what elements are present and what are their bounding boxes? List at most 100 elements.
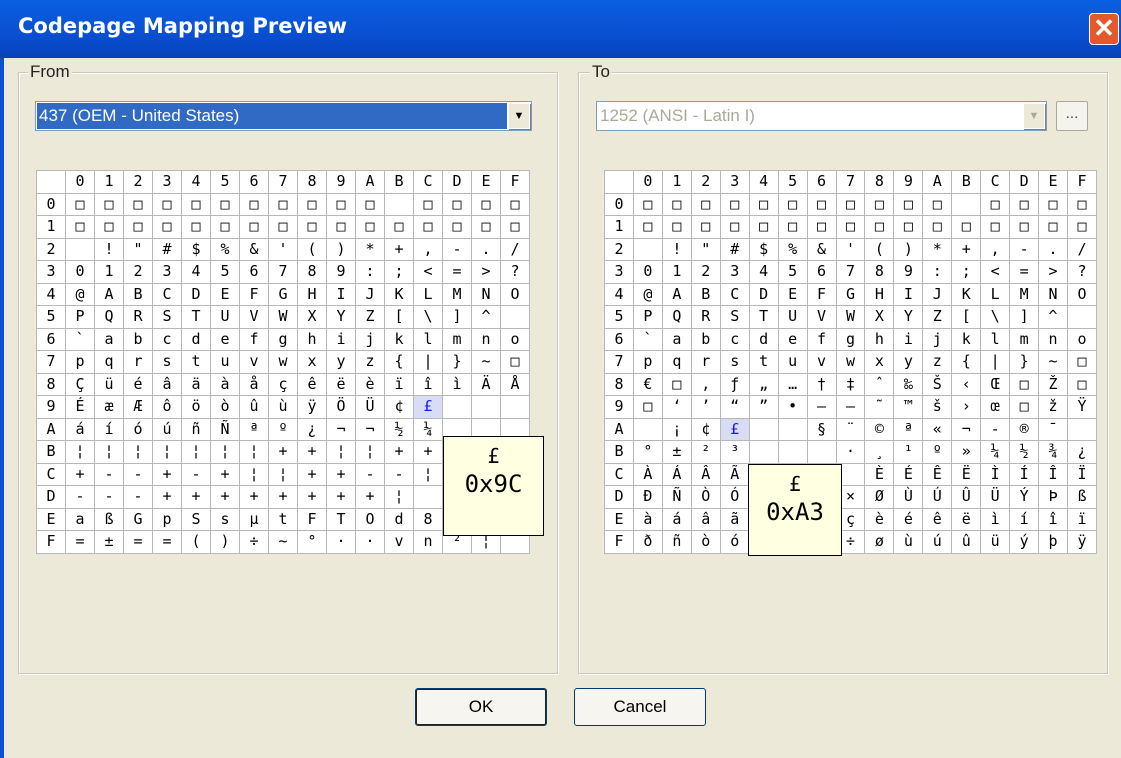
grid-char-cell[interactable]: □ (661, 192, 692, 216)
grid-char-cell[interactable]: 9 (893, 260, 924, 284)
grid-char-cell[interactable]: · (326, 530, 356, 554)
grid-char-cell[interactable]: ¢ (690, 417, 721, 441)
grid-char-cell[interactable]: R (123, 305, 153, 329)
grid-char-cell[interactable]: i (326, 327, 356, 351)
grid-char-cell[interactable]: ù (893, 530, 924, 554)
grid-char-cell[interactable]: ¸ (864, 440, 895, 464)
to-codepage-select[interactable]: 1252 (ANSI - Latin I) ▼ (596, 101, 1047, 131)
grid-char-cell[interactable]: + (152, 485, 182, 509)
grid-char-cell[interactable]: □ (210, 192, 240, 216)
grid-char-cell[interactable]: ‘ (661, 395, 692, 419)
grid-char-cell[interactable]: A (661, 282, 692, 306)
grid-char-cell[interactable]: l (980, 327, 1011, 351)
grid-char-cell[interactable]: q (94, 350, 124, 374)
grid-char-cell[interactable] (777, 440, 808, 464)
grid-char-cell[interactable]: H (864, 282, 895, 306)
grid-char-cell[interactable]: ï (1067, 507, 1097, 531)
grid-char-cell[interactable]: □ (94, 215, 124, 239)
grid-char-cell[interactable]: * (355, 237, 385, 261)
grid-char-cell[interactable]: Š (922, 372, 953, 396)
grid-char-cell[interactable]: 4 (748, 260, 779, 284)
grid-char-cell[interactable]: , (413, 237, 443, 261)
grid-char-cell[interactable] (1067, 417, 1097, 441)
grid-char-cell[interactable]: é (893, 507, 924, 531)
grid-char-cell[interactable]: µ (239, 507, 269, 531)
grid-char-cell[interactable]: Ö (326, 395, 356, 419)
grid-char-cell[interactable]: x (864, 350, 895, 374)
grid-char-cell[interactable]: 5 (210, 260, 240, 284)
grid-char-cell[interactable]: P (632, 305, 663, 329)
grid-char-cell[interactable]: a (661, 327, 692, 351)
grid-char-cell[interactable]: □ (632, 395, 663, 419)
grid-char-cell[interactable]: S (719, 305, 750, 329)
grid-char-cell[interactable]: □ (413, 192, 443, 216)
grid-char-cell[interactable]: l (413, 327, 443, 351)
grid-char-cell[interactable]: m (1009, 327, 1040, 351)
grid-char-cell[interactable]: □ (980, 192, 1011, 216)
grid-char-cell[interactable]: + (297, 462, 327, 486)
grid-char-cell[interactable]: 1 (661, 260, 692, 284)
grid-char-cell[interactable]: ¦ (355, 440, 385, 464)
grid-char-cell[interactable] (384, 192, 414, 216)
grid-char-cell[interactable]: Ð (632, 485, 663, 509)
grid-char-cell[interactable]: & (806, 237, 837, 261)
grid-char-cell[interactable]: ˆ (864, 372, 895, 396)
grid-char-cell[interactable]: [ (384, 305, 414, 329)
grid-char-cell[interactable]: ó (719, 530, 750, 554)
grid-char-cell[interactable]: - (181, 462, 211, 486)
grid-char-cell[interactable]: ï (384, 372, 414, 396)
grid-char-cell[interactable]: ¦ (239, 440, 269, 464)
grid-char-cell[interactable]: + (210, 462, 240, 486)
grid-char-cell[interactable]: □ (632, 215, 663, 239)
grid-char-cell[interactable]: á (65, 417, 95, 441)
grid-char-cell[interactable]: ! (661, 237, 692, 261)
grid-char-cell[interactable]: € (632, 372, 663, 396)
grid-char-cell[interactable]: ‡ (835, 372, 866, 396)
grid-char-cell[interactable]: æ (94, 395, 124, 419)
grid-char-cell[interactable]: ) (326, 237, 356, 261)
grid-char-cell[interactable]: W (835, 305, 866, 329)
grid-char-cell[interactable]: 3 (152, 260, 182, 284)
from-dropdown-button[interactable]: ▼ (508, 103, 530, 129)
grid-char-cell[interactable]: + (951, 237, 982, 261)
grid-char-cell[interactable]: = (123, 530, 153, 554)
grid-char-cell[interactable]: r (123, 350, 153, 374)
close-button[interactable]: ✕ (1089, 13, 1119, 45)
grid-char-cell[interactable]: g (835, 327, 866, 351)
grid-char-cell[interactable]: ÿ (1067, 530, 1097, 554)
grid-char-cell[interactable]: ³ (719, 440, 750, 464)
grid-char-cell[interactable]: ¦ (210, 440, 240, 464)
grid-char-cell[interactable]: ¦ (152, 440, 182, 464)
grid-char-cell[interactable]: s (152, 350, 182, 374)
grid-char-cell[interactable]: ? (500, 260, 530, 284)
grid-char-cell[interactable]: Ø (864, 485, 895, 509)
grid-char-cell[interactable]: □ (951, 215, 982, 239)
grid-char-cell[interactable]: □ (748, 215, 779, 239)
grid-char-cell[interactable] (500, 395, 530, 419)
grid-char-cell[interactable]: □ (893, 192, 924, 216)
grid-char-cell[interactable]: + (355, 485, 385, 509)
grid-char-cell[interactable]: p (152, 507, 182, 531)
grid-char-cell[interactable]: f (806, 327, 837, 351)
grid-char-cell[interactable]: O (355, 507, 385, 531)
grid-char-cell[interactable]: k (951, 327, 982, 351)
grid-char-cell[interactable]: ò (690, 530, 721, 554)
grid-char-cell[interactable]: š (922, 395, 953, 419)
grid-char-cell[interactable]: □ (922, 215, 953, 239)
grid-char-cell[interactable]: □ (181, 215, 211, 239)
grid-char-cell[interactable]: $ (748, 237, 779, 261)
grid-char-cell[interactable]: % (210, 237, 240, 261)
grid-char-cell[interactable]: + (210, 485, 240, 509)
grid-char-cell[interactable]: ¯ (1038, 417, 1068, 441)
grid-char-cell[interactable]: □ (864, 192, 895, 216)
grid-char-cell[interactable]: □ (181, 192, 211, 216)
grid-char-cell[interactable]: ¨ (835, 417, 866, 441)
grid-char-cell[interactable]: s (210, 507, 240, 531)
grid-char-cell[interactable]: □ (65, 192, 95, 216)
grid-char-cell[interactable] (632, 417, 663, 441)
grid-char-cell[interactable]: \ (980, 305, 1011, 329)
grid-char-cell[interactable]: p (65, 350, 95, 374)
grid-char-cell[interactable]: F (239, 282, 269, 306)
grid-char-cell[interactable]: û (239, 395, 269, 419)
grid-char-cell[interactable]: 5 (777, 260, 808, 284)
